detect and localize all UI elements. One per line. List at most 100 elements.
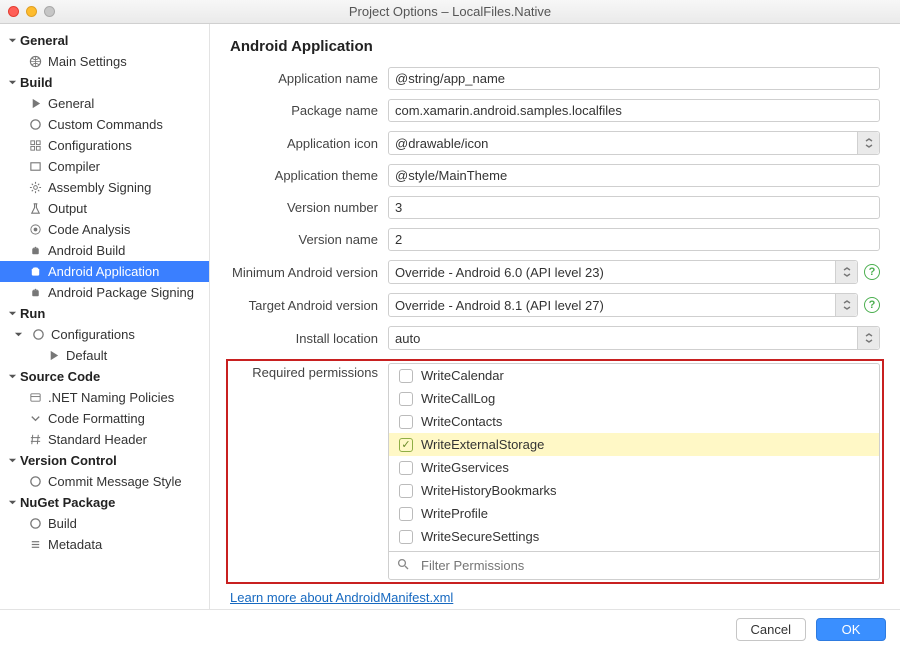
sidebar-item[interactable]: Android Application (0, 261, 209, 282)
install-location-input[interactable] (389, 328, 857, 349)
permission-checkbox[interactable]: ✓ (399, 438, 413, 452)
sidebar-group[interactable]: Version Control (0, 450, 209, 471)
ok-button[interactable]: OK (816, 618, 886, 641)
gear-icon (28, 181, 42, 195)
permission-checkbox[interactable] (399, 415, 413, 429)
permissions-list[interactable]: WriteCalendar WriteCallLog WriteContacts ✓ W… (388, 363, 880, 551)
window-title: Project Options – LocalFiles.Native (0, 4, 900, 19)
permission-checkbox[interactable] (399, 461, 413, 475)
label-min-sdk: Minimum Android version (230, 265, 388, 280)
sidebar-item[interactable]: Android Package Signing (0, 282, 209, 303)
install-location-dropdown-button[interactable] (857, 327, 879, 349)
permission-checkbox[interactable] (399, 392, 413, 406)
sidebar-item[interactable]: .NET Naming Policies (0, 387, 209, 408)
search-icon (397, 558, 409, 573)
label-app-theme: Application theme (230, 168, 388, 183)
permission-item[interactable]: WriteContacts (389, 410, 879, 433)
chevron-icon (28, 412, 42, 426)
sidebar-item[interactable]: General (0, 93, 209, 114)
sidebar-item-label: Default (66, 348, 107, 363)
minimum-android-version-select[interactable] (388, 260, 858, 284)
sidebar-item-label: Code Analysis (48, 222, 130, 237)
application-icon-dropdown-button[interactable] (857, 132, 879, 154)
permission-item[interactable]: WriteSecureSettings (389, 525, 879, 548)
titlebar: Project Options – LocalFiles.Native (0, 0, 900, 24)
sidebar-group-label: Source Code (20, 369, 100, 384)
sidebar-item[interactable]: Android Build (0, 240, 209, 261)
application-icon-field[interactable] (388, 131, 880, 155)
sidebar-item[interactable]: Standard Header (0, 429, 209, 450)
sidebar-item[interactable]: Custom Commands (0, 114, 209, 135)
sidebar-item-label: Custom Commands (48, 117, 163, 132)
sidebar-group[interactable]: General (0, 30, 209, 51)
minimum-android-version-input[interactable] (389, 262, 835, 283)
version-name-field[interactable] (388, 228, 880, 251)
ring-icon (28, 118, 42, 132)
help-icon[interactable]: ? (864, 297, 880, 313)
sidebar-group-label: Run (20, 306, 45, 321)
cancel-button[interactable]: Cancel (736, 618, 806, 641)
sidebar-item[interactable]: Main Settings (0, 51, 209, 72)
sidebar-group[interactable]: Build (0, 72, 209, 93)
chevron-down-icon (8, 456, 18, 466)
sidebar-item[interactable]: Output (0, 198, 209, 219)
target-android-version-input[interactable] (389, 295, 835, 316)
android-icon (28, 265, 42, 279)
chevron-down-icon (14, 330, 23, 339)
chevron-down-icon (8, 372, 18, 382)
permissions-filter-input[interactable] (415, 555, 871, 576)
application-theme-field[interactable] (388, 164, 880, 187)
sidebar-item[interactable]: Commit Message Style (0, 471, 209, 492)
sidebar-item[interactable]: Configurations (0, 135, 209, 156)
permissions-filter[interactable] (388, 551, 880, 580)
learn-more-link[interactable]: Learn more about AndroidManifest.xml (230, 590, 453, 605)
sidebar-item-label: Output (48, 201, 87, 216)
permission-checkbox[interactable] (399, 484, 413, 498)
permission-checkbox[interactable] (399, 369, 413, 383)
hash-icon (28, 433, 42, 447)
permission-checkbox[interactable] (399, 530, 413, 544)
sidebar-item[interactable]: Compiler (0, 156, 209, 177)
permission-item[interactable]: ✓ WriteExternalStorage (389, 433, 879, 456)
application-name-field[interactable] (388, 67, 880, 90)
ring-icon (31, 328, 45, 342)
permission-item[interactable]: WriteHistoryBookmarks (389, 479, 879, 502)
help-icon[interactable]: ? (864, 264, 880, 280)
sidebar-item-label: Android Application (48, 264, 159, 279)
permission-item[interactable]: WriteProfile (389, 502, 879, 525)
label-target-sdk: Target Android version (230, 298, 388, 313)
sidebar-item-label: Code Formatting (48, 411, 145, 426)
permission-label: WriteExternalStorage (421, 437, 544, 452)
label-req-perm: Required permissions (230, 363, 388, 380)
permission-label: WriteCalendar (421, 368, 504, 383)
package-name-field[interactable] (388, 99, 880, 122)
target-android-version-select[interactable] (388, 293, 858, 317)
sidebar-group-label: General (20, 33, 68, 48)
sidebar-item[interactable]: Code Analysis (0, 219, 209, 240)
sidebar-group[interactable]: Source Code (0, 366, 209, 387)
sidebar-group[interactable]: NuGet Package (0, 492, 209, 513)
sidebar-item[interactable]: Metadata (0, 534, 209, 555)
sidebar-item[interactable]: Default (0, 345, 209, 366)
sidebar-item[interactable]: Assembly Signing (0, 177, 209, 198)
install-location-select[interactable] (388, 326, 880, 350)
permission-item[interactable]: WriteCalendar (389, 364, 879, 387)
box-icon (28, 160, 42, 174)
sidebar-item-label: Assembly Signing (48, 180, 151, 195)
sidebar-group[interactable]: Run (0, 303, 209, 324)
application-icon-input[interactable] (389, 133, 857, 154)
minimum-android-version-dropdown-button[interactable] (835, 261, 857, 283)
sidebar: GeneralMain SettingsBuildGeneralCustom C… (0, 24, 210, 609)
version-number-field[interactable] (388, 196, 880, 219)
permission-item[interactable]: WriteGservices (389, 456, 879, 479)
sidebar-item-label: Metadata (48, 537, 102, 552)
target-android-version-dropdown-button[interactable] (835, 294, 857, 316)
android-icon (28, 244, 42, 258)
sidebar-item-label: .NET Naming Policies (48, 390, 174, 405)
sidebar-item[interactable]: Configurations (0, 324, 209, 345)
permission-label: WriteContacts (421, 414, 502, 429)
permission-item[interactable]: WriteCallLog (389, 387, 879, 410)
sidebar-item[interactable]: Code Formatting (0, 408, 209, 429)
permission-checkbox[interactable] (399, 507, 413, 521)
sidebar-item[interactable]: Build (0, 513, 209, 534)
